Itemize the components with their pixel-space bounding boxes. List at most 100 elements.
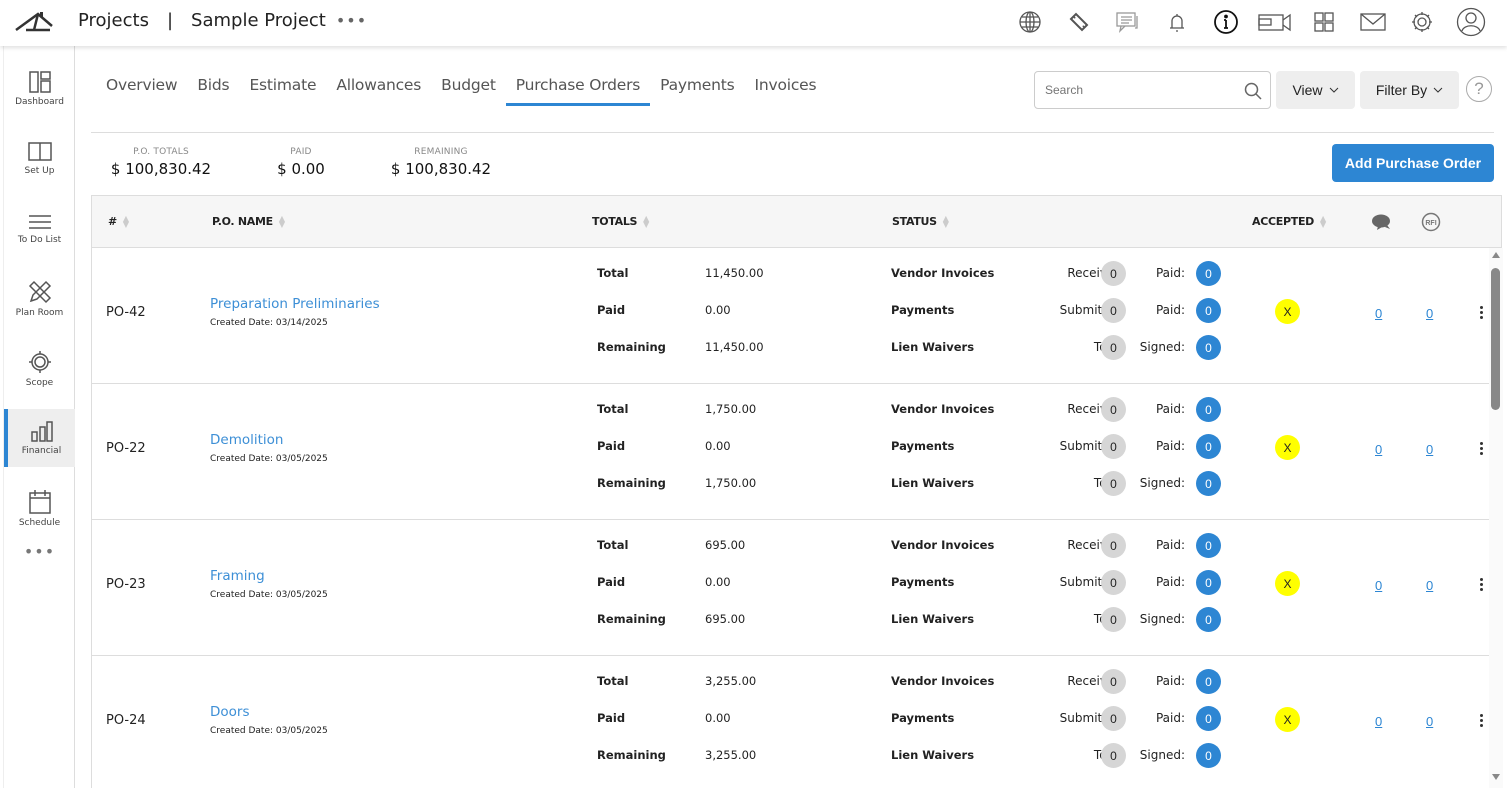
- totals-value-total: 3,255.00: [705, 674, 757, 688]
- comments-icon[interactable]: [1370, 212, 1394, 232]
- sidebar-label: Set Up: [24, 165, 55, 176]
- column-header-po-name[interactable]: P.O. NAME ▲ ▼: [212, 214, 285, 228]
- summary-value: $ 0.00: [277, 160, 325, 178]
- vi-paid-label: Paid:: [1155, 402, 1185, 416]
- comments-count-link[interactable]: 0: [1375, 442, 1382, 457]
- view-dropdown[interactable]: View: [1276, 71, 1355, 109]
- ticket-icon[interactable]: [1054, 6, 1103, 38]
- grid-icon[interactable]: [1299, 6, 1348, 38]
- vendor-invoices-paid-count: 0: [1196, 261, 1221, 286]
- vi-paid-label: Paid:: [1155, 538, 1185, 552]
- add-purchase-order-button[interactable]: Add Purchase Order: [1332, 144, 1494, 182]
- lien-waivers-signed-count: 0: [1196, 607, 1221, 632]
- accepted-badge[interactable]: X: [1275, 707, 1300, 732]
- totals-label-paid: Paid: [597, 711, 626, 725]
- breadcrumb: Projects | Sample Project •••: [78, 10, 367, 31]
- status-lien-waivers: Lien Waivers: [891, 748, 975, 762]
- bell-icon[interactable]: [1152, 6, 1201, 38]
- totals-label-remaining: Remaining: [597, 476, 666, 490]
- tab-overview[interactable]: Overview: [106, 76, 178, 104]
- sidebar-item-dashboard[interactable]: Dashboard: [4, 55, 75, 121]
- accepted-badge[interactable]: X: [1275, 435, 1300, 460]
- video-icon[interactable]: [1250, 6, 1299, 38]
- sidebar-item-plan-room[interactable]: Plan Room: [4, 265, 75, 331]
- payments-paid-count: 0: [1196, 706, 1221, 731]
- summary-paid: PAID $ 0.00: [266, 147, 336, 178]
- accepted-badge[interactable]: X: [1275, 299, 1300, 324]
- column-header-accepted[interactable]: ACCEPTED ▲ ▼: [1252, 214, 1326, 228]
- tab-purchase-orders[interactable]: Purchase Orders: [505, 76, 651, 106]
- sidebar-label: Plan Room: [15, 307, 64, 318]
- rfi-icon[interactable]: RFI: [1421, 212, 1441, 232]
- project-more-icon[interactable]: •••: [336, 11, 367, 30]
- row-actions-icon[interactable]: [1480, 714, 1484, 727]
- globe-icon[interactable]: [1005, 6, 1054, 38]
- house-roof-logo[interactable]: [14, 10, 54, 34]
- po-number: PO-23: [106, 577, 146, 592]
- sidebar-item-to-do-list[interactable]: To Do List: [4, 195, 75, 261]
- sidebar-item-scope[interactable]: Scope: [4, 335, 75, 401]
- comments-count-link[interactable]: 0: [1375, 306, 1382, 321]
- po-name-link[interactable]: Doors: [210, 704, 250, 720]
- totals-label-remaining: Remaining: [597, 748, 666, 762]
- summary-label: REMAINING: [414, 147, 468, 157]
- rfi-count-link[interactable]: 0: [1426, 578, 1433, 593]
- row-actions-icon[interactable]: [1480, 578, 1484, 591]
- accepted-badge[interactable]: X: [1275, 571, 1300, 596]
- breadcrumb-projects[interactable]: Projects: [78, 10, 149, 31]
- lien-waivers-total-count: 0: [1101, 471, 1126, 496]
- tab-payments[interactable]: Payments: [660, 76, 735, 104]
- po-name-link[interactable]: Framing: [210, 568, 265, 584]
- rfi-count-link[interactable]: 0: [1426, 442, 1433, 457]
- sort-icon: ▲ ▼: [643, 213, 650, 229]
- gear-icon[interactable]: [1397, 6, 1446, 38]
- info-icon[interactable]: [1201, 6, 1250, 38]
- sidebar-label: Dashboard: [15, 96, 64, 107]
- table-row: PO-22 Demolition Created Date: 03/05/202…: [92, 384, 1489, 520]
- status-payments: Payments: [891, 303, 955, 317]
- comments-count-link[interactable]: 0: [1375, 714, 1382, 729]
- status-vendor-invoices: Vendor Invoices: [891, 266, 995, 280]
- table-header: # ▲ ▼ P.O. NAME ▲ ▼ TOTALS ▲ ▼ STATUS ▲ ▼ ACCEPT…: [91, 195, 1502, 248]
- breadcrumb-project-name[interactable]: Sample Project: [191, 10, 326, 31]
- scrollbar-thumb[interactable]: [1491, 268, 1500, 410]
- pencil-ruler-icon: [28, 280, 51, 303]
- po-name-link[interactable]: Demolition: [210, 432, 283, 448]
- sidebar-item-set-up[interactable]: Set Up: [4, 125, 75, 191]
- column-header-status[interactable]: STATUS ▲ ▼: [892, 214, 949, 228]
- tab-budget[interactable]: Budget: [441, 76, 496, 104]
- tab-invoices[interactable]: Invoices: [755, 76, 817, 104]
- scroll-down-arrow[interactable]: [1492, 774, 1500, 780]
- tab-bids[interactable]: Bids: [197, 76, 229, 104]
- mail-icon[interactable]: [1348, 6, 1397, 38]
- signed-label: Signed:: [1139, 748, 1185, 762]
- totals-label-paid: Paid: [597, 439, 626, 453]
- rfi-count-link[interactable]: 0: [1426, 306, 1433, 321]
- tab-estimate[interactable]: Estimate: [249, 76, 316, 104]
- summary-value: $ 100,830.42: [110, 160, 212, 178]
- search-icon[interactable]: [1244, 82, 1262, 100]
- row-actions-icon[interactable]: [1480, 306, 1484, 319]
- search-input[interactable]: [1045, 83, 1235, 97]
- rfi-count-link[interactable]: 0: [1426, 714, 1433, 729]
- filter-by-dropdown[interactable]: Filter By: [1360, 71, 1459, 109]
- sidebar-more-icon[interactable]: •••: [4, 536, 75, 566]
- sidebar-item-financial[interactable]: Financial: [4, 409, 75, 467]
- user-avatar-icon[interactable]: [1446, 6, 1495, 38]
- po-created-date: Created Date: 03/14/2025: [210, 318, 328, 328]
- status-payments: Payments: [891, 439, 955, 453]
- comments-count-link[interactable]: 0: [1375, 578, 1382, 593]
- tab-allowances[interactable]: Allowances: [336, 76, 421, 104]
- financial-tabs: Overview Bids Estimate Allowances Budget…: [106, 76, 836, 106]
- column-header-number[interactable]: # ▲ ▼: [108, 214, 129, 228]
- scroll-up-arrow[interactable]: [1492, 252, 1500, 258]
- column-header-totals[interactable]: TOTALS ▲ ▼: [592, 213, 650, 229]
- chat-icon[interactable]: [1103, 6, 1152, 38]
- po-name-link[interactable]: Preparation Preliminaries: [210, 296, 380, 312]
- vertical-scrollbar[interactable]: [1489, 248, 1503, 788]
- row-actions-icon[interactable]: [1480, 442, 1484, 455]
- help-icon[interactable]: ?: [1466, 76, 1492, 102]
- sidebar-item-schedule[interactable]: Schedule: [4, 475, 75, 541]
- payments-paid-label: Paid:: [1155, 439, 1185, 453]
- totals-label-paid: Paid: [597, 575, 626, 589]
